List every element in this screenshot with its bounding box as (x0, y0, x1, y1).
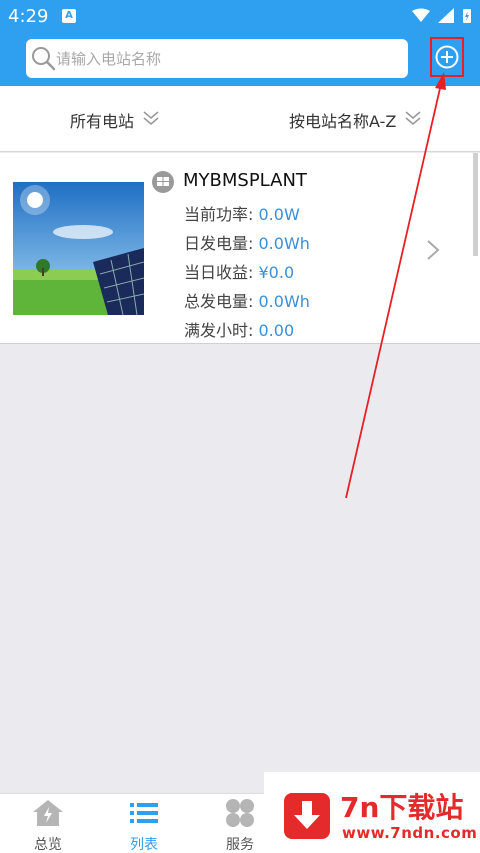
tab-label: 列表 (130, 837, 158, 853)
site-watermark: 7n下载站 www.7ndn.com (264, 772, 480, 853)
tab-overview[interactable]: 总览 (18, 798, 78, 853)
home-icon (31, 800, 65, 832)
tab-label: 总览 (34, 837, 62, 853)
list-icon (127, 803, 161, 832)
tab-list[interactable]: 列表 (114, 798, 174, 853)
service-icon (223, 799, 257, 832)
annotation-arrow-icon (345, 72, 446, 499)
watermark-title: 7n下载站 (340, 791, 464, 824)
download-arrow-icon (284, 793, 330, 839)
tab-service[interactable]: 服务 (210, 798, 270, 853)
tab-label: 服务 (226, 837, 254, 853)
watermark-url: www.7ndn.com (342, 824, 478, 842)
